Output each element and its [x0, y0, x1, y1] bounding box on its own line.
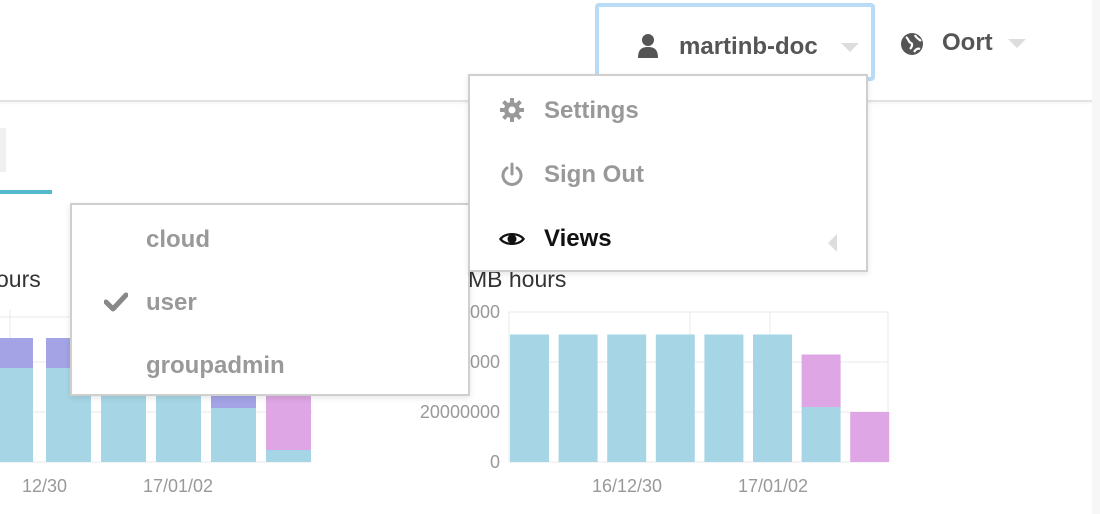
- user-menu-button[interactable]: martinb-doc: [595, 3, 875, 81]
- view-option-label: groupadmin: [146, 352, 285, 379]
- tab-active[interactable]: [0, 128, 6, 172]
- gear-icon: [500, 98, 524, 127]
- chart-title-left: ours: [0, 266, 41, 292]
- menu-item-sign-out[interactable]: Sign Out: [470, 144, 866, 204]
- menu-item-label: Settings: [544, 97, 639, 124]
- chart-bar: [0, 368, 33, 462]
- menu-item-views[interactable]: Views: [470, 208, 866, 268]
- view-option-cloud[interactable]: cloud: [72, 209, 468, 269]
- user-icon: [637, 33, 659, 64]
- y-tick-label: 000: [470, 352, 500, 372]
- site-menu-button[interactable]: Oort: [895, 0, 1045, 86]
- chart-bar: [266, 450, 311, 462]
- menu-item-label: Views: [544, 225, 612, 252]
- chart-right: 0 20000000 000 000 16/12/30 17/01/02: [420, 302, 890, 496]
- power-icon: [500, 162, 524, 193]
- chart-bar: [704, 334, 744, 462]
- globe-icon: [900, 32, 924, 61]
- chart-bar: [753, 334, 792, 462]
- view-option-label: user: [146, 289, 197, 316]
- y-tick-label: 20000000: [420, 402, 500, 422]
- eye-icon: [498, 230, 526, 253]
- views-submenu: cloud user groupadmin: [70, 203, 470, 396]
- site-menu-label: Oort: [942, 29, 993, 56]
- x-tick-label: 17/01/02: [738, 476, 808, 496]
- y-tick-label: 0: [490, 452, 500, 472]
- view-option-user[interactable]: user: [72, 272, 468, 332]
- page-scrollbar[interactable]: [1092, 0, 1100, 514]
- view-option-groupadmin[interactable]: groupadmin: [72, 335, 468, 395]
- chart-bar: [266, 392, 311, 450]
- chart-bar: [510, 334, 549, 462]
- chart-bar: [801, 407, 841, 462]
- view-option-label: cloud: [146, 226, 210, 253]
- x-tick-label: 12/30: [22, 476, 67, 496]
- x-tick-label: 17/01/02: [143, 476, 213, 496]
- menu-item-settings[interactable]: Settings: [470, 80, 866, 140]
- x-tick-label: 16/12/30: [592, 476, 662, 496]
- chart-bar: [801, 354, 841, 407]
- chart-bar: [655, 334, 695, 462]
- tab-active-indicator: [0, 190, 52, 194]
- chart-bar: [850, 412, 890, 462]
- chart-bar: [0, 338, 33, 368]
- check-icon: [103, 292, 129, 317]
- chart-bar: [558, 334, 598, 462]
- user-menu-label: martinb-doc: [679, 33, 818, 60]
- chevron-down-icon: [841, 43, 859, 52]
- chevron-left-icon: [828, 234, 837, 252]
- chart-bar: [211, 408, 256, 462]
- chevron-down-icon: [1008, 39, 1026, 48]
- chart-bar: [607, 334, 647, 462]
- user-dropdown-menu: Settings Sign Out Views: [468, 74, 868, 272]
- y-tick-label: 000: [470, 302, 500, 322]
- menu-item-label: Sign Out: [544, 161, 644, 188]
